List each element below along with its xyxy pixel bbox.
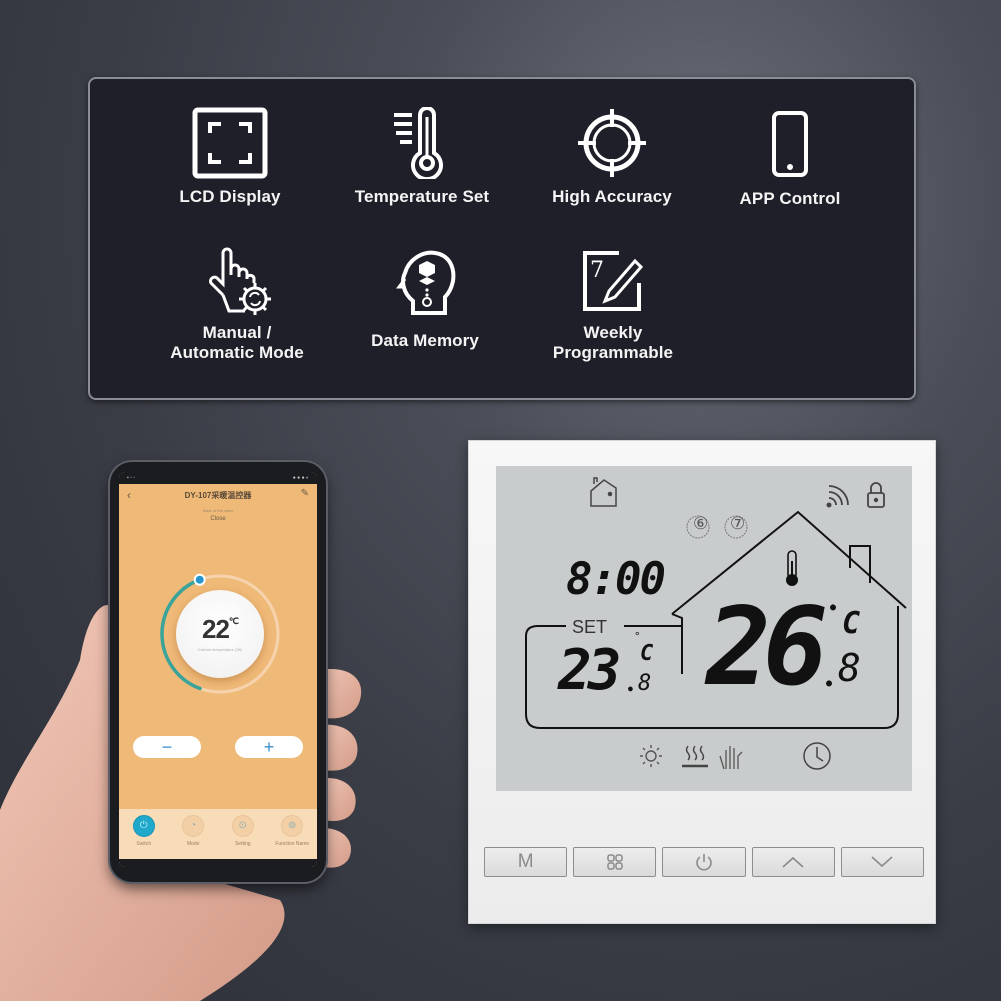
phone-screen: ▪ ▫ ▫ ● ● ● ◐ ‹ DY-107采暖温控器 ✎ State of th… (119, 472, 317, 867)
valve-state-value: Close (210, 516, 226, 522)
tab-setting[interactable]: ⊙ Setting (220, 815, 265, 859)
feature-app-control: APP Control (695, 109, 885, 209)
down-button[interactable] (840, 847, 925, 877)
room-unit: C (842, 606, 861, 641)
data-memory-icon (396, 250, 456, 315)
temperature-caption: Current temperature (35) (197, 647, 243, 652)
setting-icon: ⊙ (231, 815, 254, 837)
room-temperature-decimal: 8 (838, 646, 861, 690)
increase-button[interactable]: + (235, 736, 303, 758)
mode-button[interactable]: M (484, 847, 568, 877)
clock-time: 8:00 (566, 554, 666, 605)
phone-status-bar: ▪ ▫ ▫ ● ● ● ◐ (119, 472, 317, 484)
set-label: SET (572, 617, 608, 637)
set-temperature-dot: ● (628, 684, 633, 693)
mode-icon: ◔ (182, 815, 205, 837)
app-header: ‹ DY-107采暖温控器 ✎ (119, 484, 317, 506)
features-panel: LCD Display Temperature Set High Accurac… (88, 77, 916, 400)
power-button[interactable] (662, 847, 746, 877)
home-icon (590, 477, 617, 507)
clock-icon (803, 742, 831, 770)
floor-heating-icon (682, 745, 708, 768)
app-title: DY-107采暖温控器 (184, 490, 252, 500)
power-icon: ⏻ (132, 815, 155, 837)
mode-button-label: M (517, 851, 534, 872)
lcd-display-icon (192, 107, 268, 179)
weekly-programmable-icon: 7 (583, 251, 644, 311)
dial-face: 22℃ Current temperature (35) (176, 590, 264, 678)
tab-label: Function Name (275, 841, 310, 847)
temperature-dial[interactable]: 22℃ Current temperature (35) (155, 567, 285, 697)
temperature-unit: ℃ (228, 616, 239, 626)
power-icon (696, 854, 712, 871)
current-temperature-value: 22 (201, 614, 230, 644)
feature-label: Weekly Programmable (518, 323, 708, 363)
tab-label: Setting (234, 841, 251, 847)
feature-label: Manual / Automatic Mode (142, 323, 332, 363)
smartphone: ▪ ▫ ▫ ● ● ● ◐ ‹ DY-107采暖温控器 ✎ State of th… (110, 462, 326, 882)
tab-function-name[interactable]: ⊚ Function Name (270, 815, 315, 859)
feature-label-line1: Weekly (583, 323, 643, 342)
chevron-left-icon[interactable]: ‹ (127, 488, 131, 502)
feature-label-line2: Automatic Mode (170, 343, 304, 362)
room-temperature-dot: ● (826, 678, 833, 689)
set-temperature: 23 (558, 638, 621, 703)
feature-label-line2: Programmable (552, 343, 674, 362)
feature-label: APP Control (739, 189, 841, 208)
tab-label: Switch (136, 841, 152, 847)
temperature-set-icon (394, 107, 443, 179)
chevron-up-icon (782, 856, 804, 868)
app-control-icon (772, 111, 808, 177)
decrease-button[interactable]: − (133, 736, 201, 758)
feature-high-accuracy: High Accuracy (517, 107, 707, 207)
manual-automatic-mode-icon (209, 247, 271, 315)
tab-switch[interactable]: ⏻ Switch (121, 815, 166, 859)
feature-manual-automatic-mode: Manual / Automatic Mode (142, 247, 332, 363)
menu-button[interactable] (573, 847, 657, 877)
thermostat-device: ⑥ ⑦ 8:00 SET 23 ● 8 ° C 26 ● 8 ● C M (468, 440, 936, 924)
manual-hand-icon (719, 746, 743, 770)
feature-temperature-set: Temperature Set (327, 107, 517, 207)
set-temperature-decimal: 8 (638, 671, 652, 696)
chevron-down-icon (871, 856, 893, 868)
feature-label: Temperature Set (354, 187, 490, 206)
current-temperature: 22℃ (176, 614, 264, 645)
feature-lcd-display: LCD Display (135, 107, 325, 207)
feature-weekly-programmable: 7 Weekly Programmable (518, 247, 708, 363)
feature-data-memory: Data Memory (330, 247, 520, 351)
sun-icon (640, 745, 662, 767)
valve-state-caption: State of the valve (202, 508, 234, 513)
tab-label: Mode (186, 841, 200, 847)
feature-label: Data Memory (371, 331, 479, 350)
room-degree-symbol: ● (830, 602, 837, 613)
svg-text:7: 7 (590, 258, 604, 283)
feature-label: LCD Display (179, 187, 281, 206)
phone-nav-bar (119, 859, 317, 867)
lcd-screen: ⑥ ⑦ 8:00 SET 23 ● 8 ° C 26 ● 8 ● C (496, 466, 912, 791)
edit-icon[interactable]: ✎ (301, 488, 309, 499)
function-icon: ⊚ (281, 815, 304, 837)
high-accuracy-icon (578, 109, 646, 177)
tab-mode[interactable]: ◔ Mode (171, 815, 216, 859)
wifi-icon (826, 485, 849, 508)
dial-knob[interactable] (193, 573, 206, 586)
menu-grid-icon (607, 854, 623, 870)
set-unit: C (640, 641, 654, 666)
day-indicator-6-label: ⑥ (693, 514, 709, 534)
app-tab-bar: ⏻ Switch ◔ Mode ⊙ Setting ⊚ Function Name (119, 809, 317, 859)
day-indicator-7-label: ⑦ (730, 514, 746, 534)
thermostat-button-row: M (484, 847, 925, 879)
lock-icon (867, 482, 885, 508)
feature-label: High Accuracy (552, 187, 672, 206)
room-temperature: 26 (706, 585, 828, 710)
thermometer-icon (786, 550, 798, 586)
up-button[interactable] (751, 847, 835, 877)
feature-label-line1: Manual / (202, 323, 272, 342)
